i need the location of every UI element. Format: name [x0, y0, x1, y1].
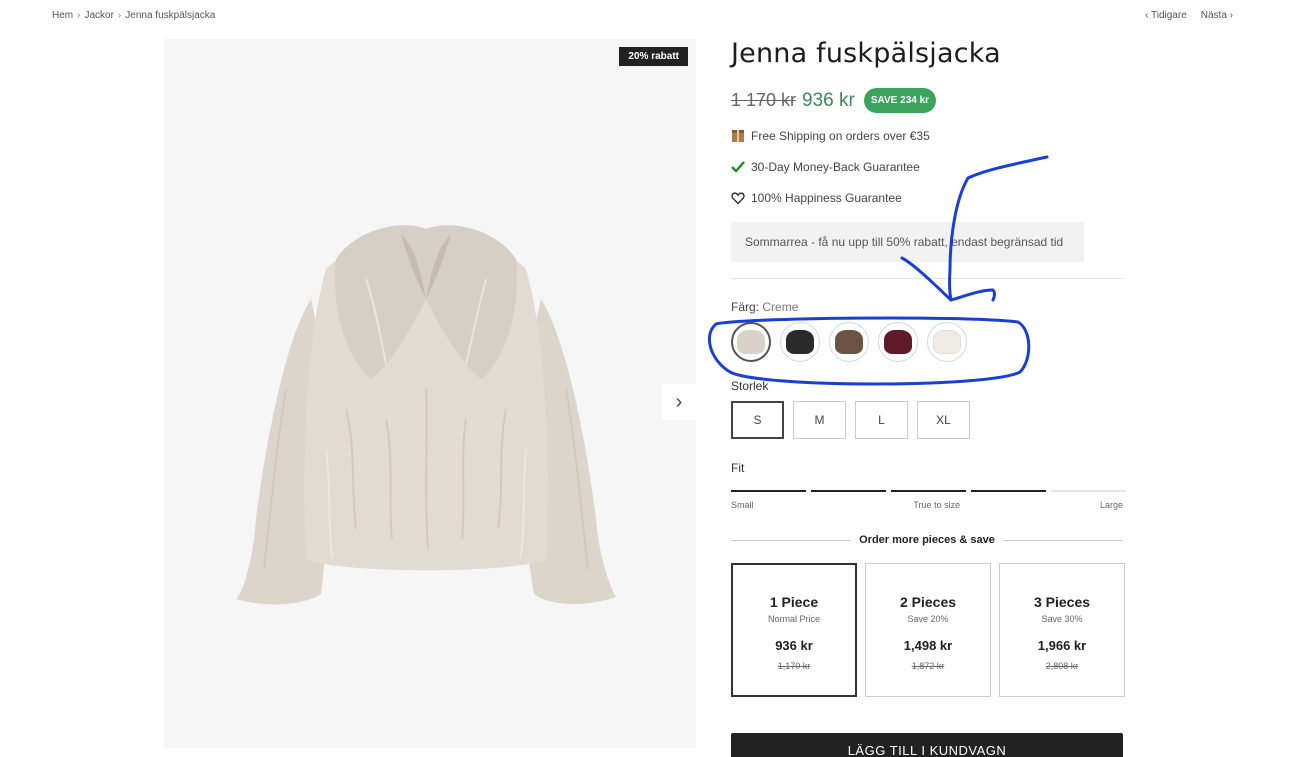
perk-happiness: 100% Happiness Guarantee — [731, 191, 902, 205]
fit-segment — [1051, 490, 1126, 492]
fit-segment — [811, 490, 886, 492]
chevron-right-icon: › — [675, 390, 683, 413]
breadcrumb-separator-icon: › — [117, 10, 122, 21]
original-price: 1 170 kr — [731, 90, 797, 110]
color-label-text: Färg: — [731, 300, 760, 314]
divider — [731, 539, 852, 541]
promo-text: Sommarrea - få nu upp till 50% rabatt, e… — [745, 235, 1064, 249]
add-to-cart-button[interactable]: LÄGG TILL I KUNDVAGN — [731, 733, 1123, 757]
perk-text: 30-Day Money-Back Guarantee — [751, 160, 920, 174]
bundle-option-3[interactable]: 3 Pieces Save 30% 1,966 kr 2,808 kr — [999, 563, 1125, 697]
swatch-brown[interactable] — [829, 322, 869, 362]
gallery-next-button[interactable]: › — [662, 384, 696, 420]
bundle-price: 1,966 kr — [1037, 637, 1087, 653]
size-option-s[interactable]: S — [731, 401, 784, 439]
swatch-burgundy[interactable] — [878, 322, 918, 362]
swatch-creme-image — [737, 330, 765, 354]
bundle-price: 936 kr — [775, 637, 813, 653]
color-label: Färg: Creme — [731, 300, 798, 314]
color-swatches — [731, 322, 967, 362]
fit-scale-true: True to size — [913, 500, 961, 510]
fit-segment — [971, 490, 1046, 492]
size-label: Storlek — [731, 379, 769, 393]
promo-banner: Sommarrea - få nu upp till 50% rabatt, e… — [731, 222, 1084, 262]
price-row: 1 170 kr 936 kr SAVE 234 kr — [731, 88, 937, 113]
annotation-arrow-head — [900, 256, 996, 302]
fit-meter — [731, 490, 1126, 492]
size-option-xl[interactable]: XL — [917, 401, 970, 439]
pager-prev-label: Tidigare — [1151, 10, 1187, 21]
divider — [731, 278, 1123, 279]
save-badge: SAVE 234 kr — [863, 88, 937, 113]
breadcrumb-category-link[interactable]: Jackor — [84, 10, 113, 21]
swatch-white-image — [933, 330, 961, 354]
size-option-m[interactable]: M — [793, 401, 846, 439]
perk-text: 100% Happiness Guarantee — [751, 191, 902, 205]
swatch-brown-image — [835, 330, 863, 354]
product-title: Jenna fuskpälsjacka — [731, 38, 1001, 69]
sale-price: 936 kr — [802, 89, 855, 111]
perk-money-back: 30-Day Money-Back Guarantee — [731, 160, 920, 174]
bundle-old-price: 1,170 kr — [777, 660, 811, 671]
pager-next-label: Nästa — [1200, 10, 1227, 21]
bundle-subtitle: Save 20% — [907, 613, 949, 624]
breadcrumb-current: Jenna fuskpälsjacka — [125, 10, 216, 21]
fit-scale-small: Small — [731, 500, 754, 510]
product-pager: ‹ Tidigare Nästa › — [1145, 10, 1233, 21]
swatch-white[interactable] — [927, 322, 967, 362]
size-option-l[interactable]: L — [855, 401, 908, 439]
bundle-price: 1,498 kr — [903, 637, 953, 653]
bundle-title: 1 Piece — [769, 593, 819, 610]
color-value: Creme — [762, 300, 799, 314]
perk-text: Free Shipping on orders over €35 — [751, 129, 930, 143]
bundle-heading-row: Order more pieces & save — [731, 534, 1123, 546]
pager-next-link[interactable]: Nästa › — [1201, 10, 1233, 21]
discount-badge: 20% rabatt — [619, 47, 688, 66]
product-gallery: 20% rabatt › — [164, 39, 696, 748]
swatch-black-image — [786, 330, 814, 354]
bundle-title: 2 Pieces — [899, 593, 957, 610]
bundle-option-2[interactable]: 2 Pieces Save 20% 1,498 kr 1,872 kr — [865, 563, 991, 697]
perk-free-shipping: Free Shipping on orders over €35 — [731, 129, 930, 143]
pager-prev-link[interactable]: ‹ Tidigare — [1145, 10, 1187, 21]
bundle-heading: Order more pieces & save — [859, 534, 995, 546]
fit-scale: Small True to size Large — [731, 500, 1123, 510]
breadcrumb-separator-icon: › — [77, 10, 81, 21]
check-icon — [731, 160, 745, 174]
breadcrumb-home-link[interactable]: Hem — [52, 10, 73, 21]
bundle-title: 3 Pieces — [1033, 593, 1091, 610]
swatch-burgundy-image — [884, 330, 912, 354]
breadcrumb: Hem › Jackor › Jenna fuskpälsjacka — [52, 10, 215, 21]
heart-icon — [731, 191, 745, 205]
product-image[interactable] — [216, 189, 636, 609]
divider — [1002, 539, 1123, 541]
bundle-subtitle: Save 30% — [1041, 613, 1083, 624]
fit-segment — [891, 490, 966, 492]
bundle-options: 1 Piece Normal Price 936 kr 1,170 kr 2 P… — [731, 563, 1125, 697]
size-options: S M L XL — [731, 401, 970, 439]
bundle-subtitle: Normal Price — [767, 613, 820, 624]
bundle-old-price: 2,808 kr — [1045, 660, 1079, 671]
bundle-option-1[interactable]: 1 Piece Normal Price 936 kr 1,170 kr — [731, 563, 857, 697]
swatch-black[interactable] — [780, 322, 820, 362]
box-icon — [731, 129, 745, 143]
bundle-old-price: 1,872 kr — [911, 660, 945, 671]
fit-scale-large: Large — [1099, 500, 1123, 510]
fit-label: Fit — [731, 461, 745, 475]
fit-segment — [731, 490, 806, 492]
swatch-creme[interactable] — [731, 322, 771, 362]
